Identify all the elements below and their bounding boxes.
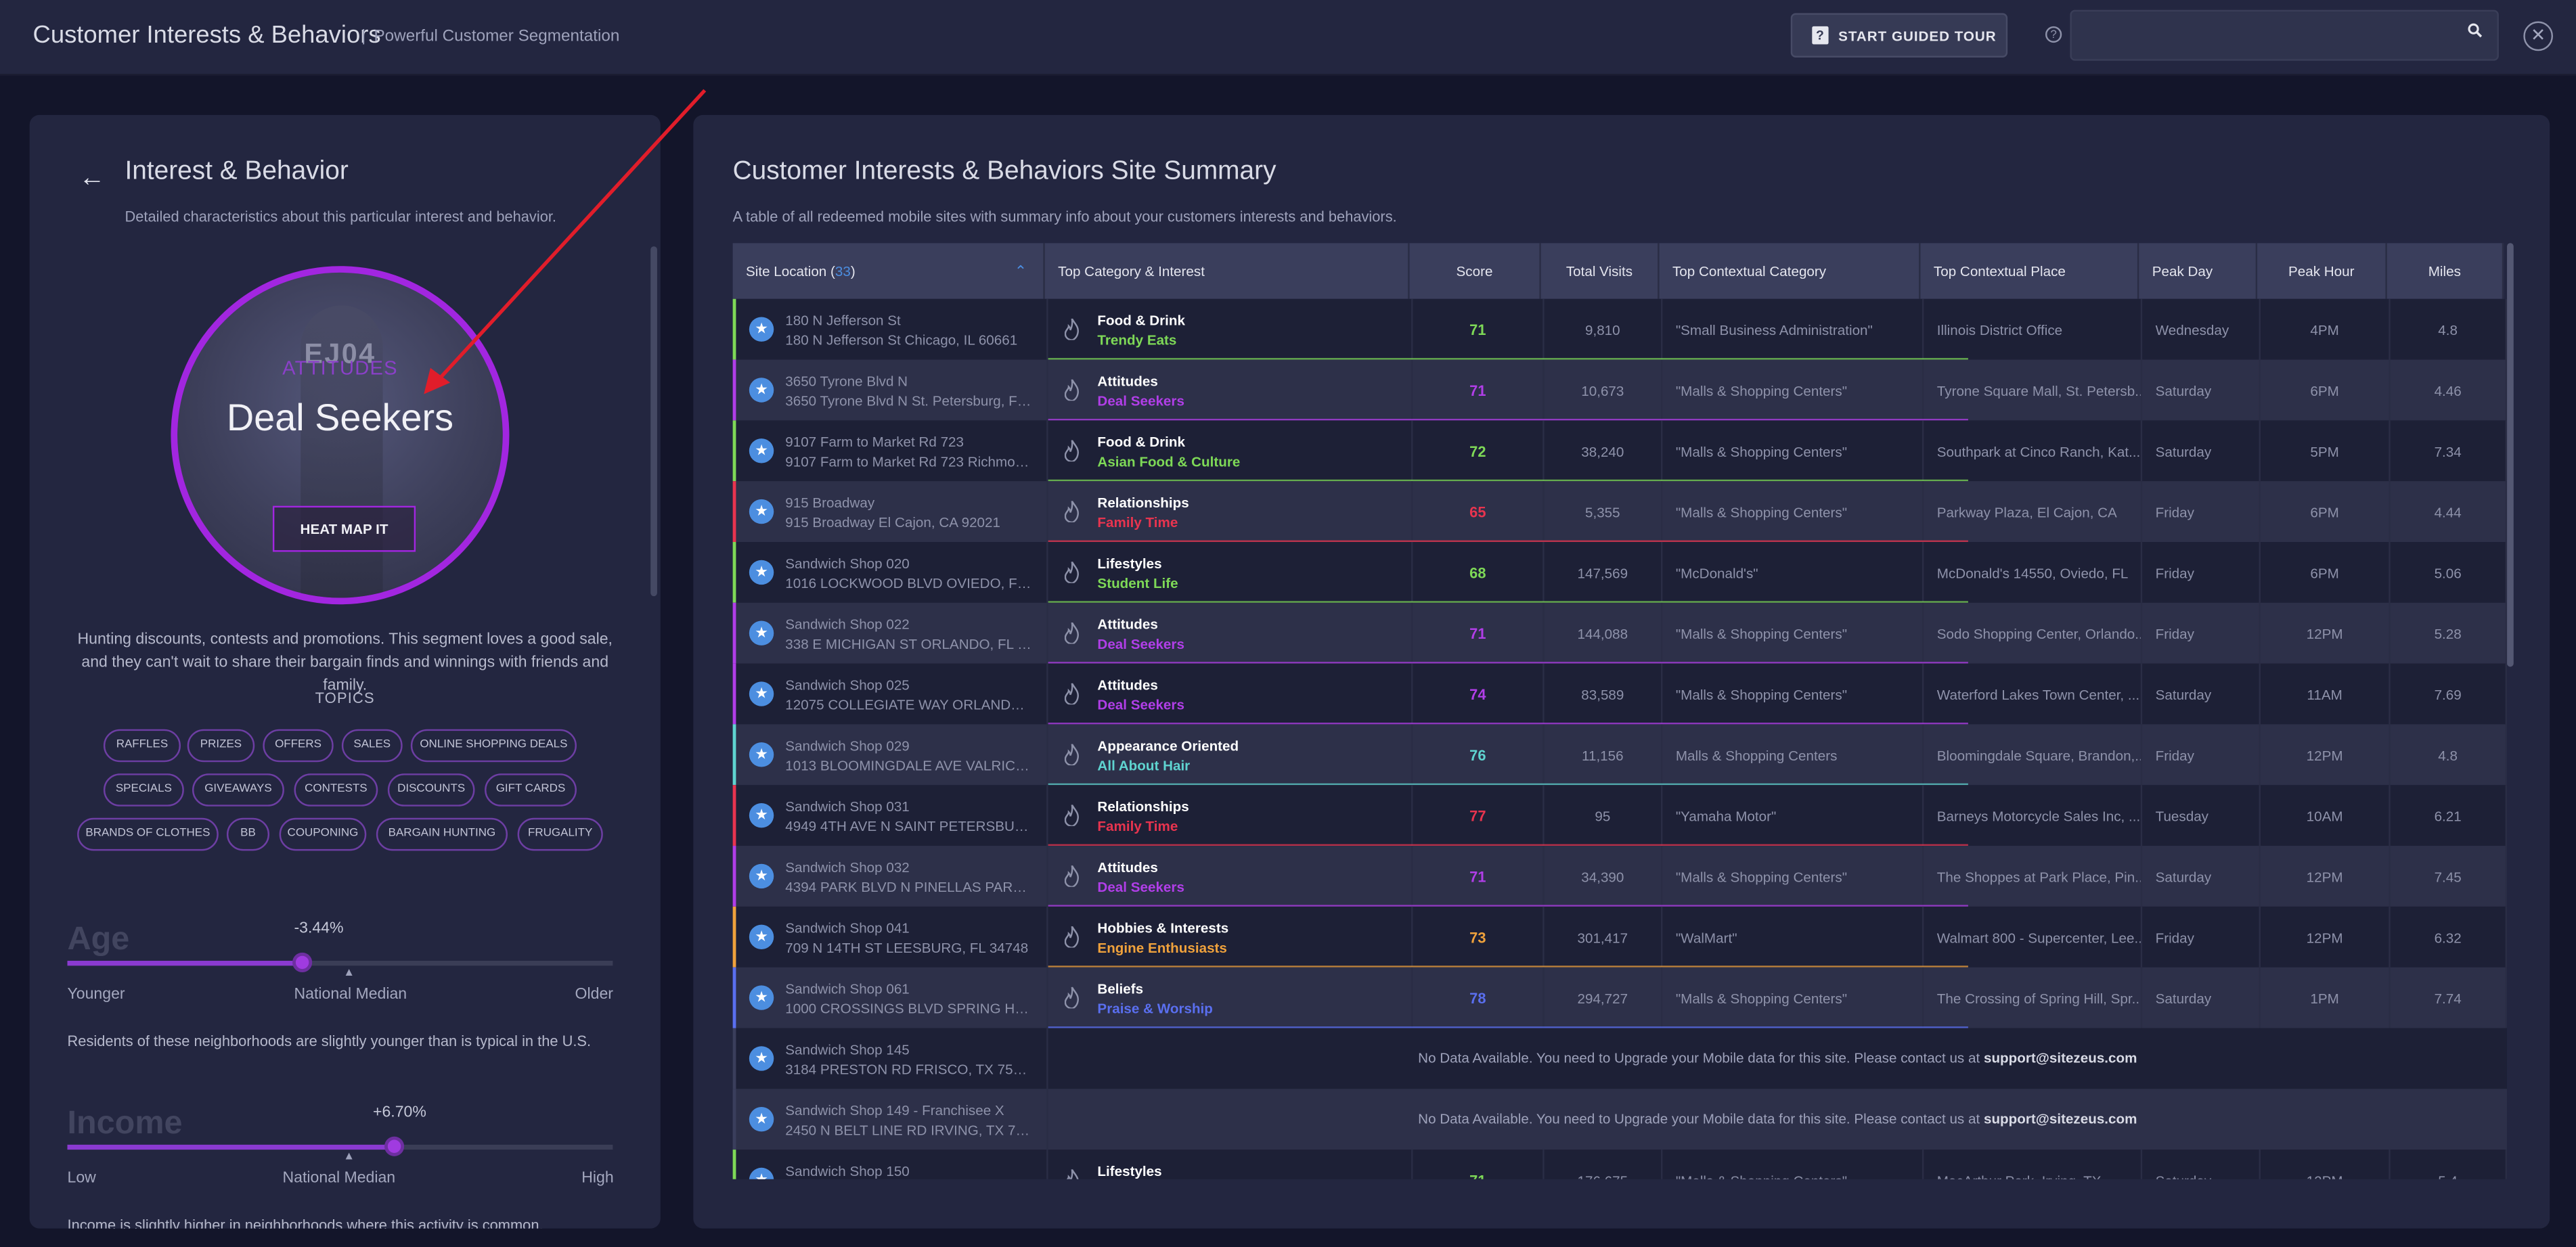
annotation-arrow [424, 89, 707, 394]
app-root: { "header": { "title": "Customer Interes… [0, 0, 2576, 1247]
